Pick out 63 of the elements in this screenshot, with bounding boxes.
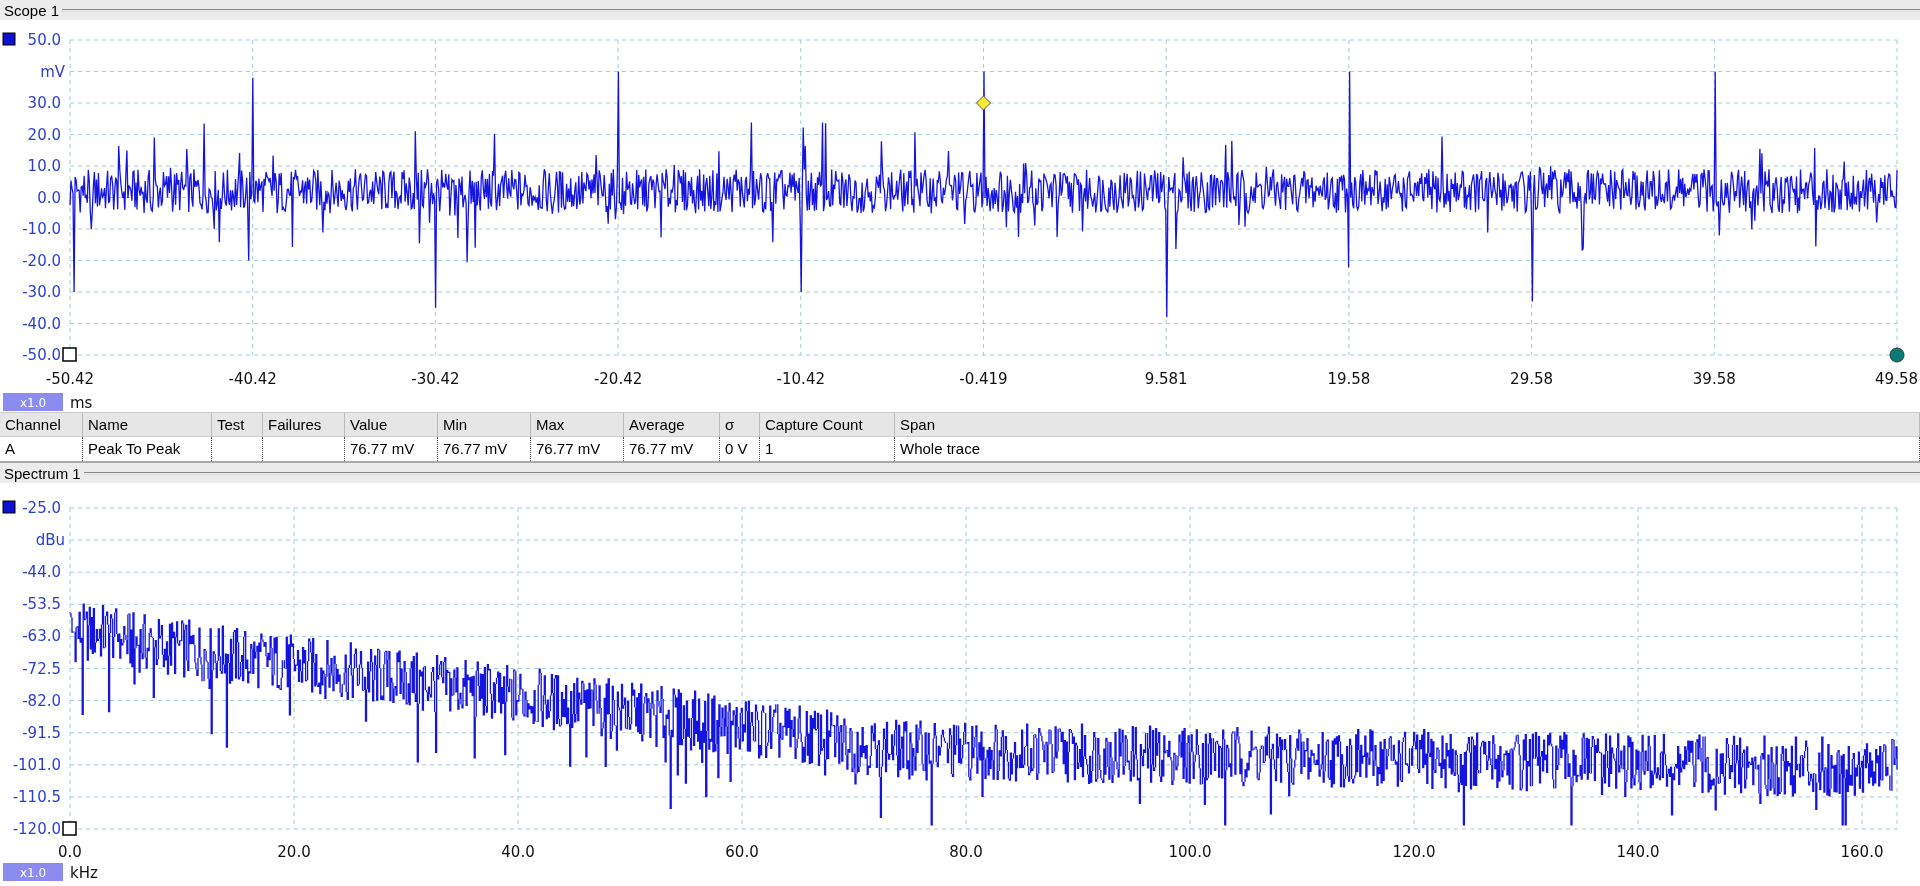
y-axis-label: -40.0 [22, 314, 61, 333]
channel-square-icon[interactable] [2, 32, 16, 46]
x-axis-label: -50.42 [45, 370, 95, 388]
y-axis-label: -53.5 [22, 595, 61, 614]
x-axis-unit: ms [70, 394, 93, 412]
x-axis-label: -40.42 [228, 370, 277, 388]
y-axis-label: -44.0 [22, 563, 61, 582]
y-axis-unit: mV [40, 62, 65, 81]
x-axis-unit: kHz [70, 864, 98, 881]
panel-title: Scope 1 [3, 1, 61, 19]
y-axis-label: -120.0 [12, 820, 61, 838]
y-axis-label: -63.0 [22, 627, 61, 646]
y-axis-label: -10.0 [22, 220, 61, 238]
y-axis-label: 20.0 [27, 125, 61, 144]
x-axis-label: 120.0 [1392, 843, 1436, 861]
y-axis-label: -50.0 [22, 346, 61, 364]
column-header[interactable]: Name [83, 413, 212, 437]
column-header[interactable]: Failures [263, 413, 345, 437]
x-axis-label: 60.0 [725, 843, 759, 861]
x-axis-label: 29.58 [1510, 370, 1554, 388]
y-axis-label: -91.5 [22, 723, 61, 742]
channel-square-icon[interactable] [2, 500, 16, 514]
x-axis-label: 80.0 [949, 843, 983, 861]
y-axis-label: -72.5 [22, 659, 61, 678]
x-axis-label: 49.58 [1875, 370, 1918, 388]
column-header[interactable]: Span [895, 413, 1920, 437]
x-axis-label: 40.0 [501, 843, 535, 861]
y-axis-label: 30.0 [27, 94, 61, 112]
column-header[interactable]: Channel [0, 413, 83, 437]
y-axis-label: 10.0 [27, 157, 61, 175]
column-header[interactable]: Value [345, 413, 438, 437]
panel-title: Spectrum 1 [3, 464, 82, 482]
x-axis-label: 20.0 [277, 843, 311, 861]
x-axis-label: -10.42 [776, 370, 825, 388]
column-header[interactable]: Max [531, 413, 624, 437]
column-header[interactable]: Average [624, 413, 720, 437]
y-axis-label: -82.0 [22, 691, 61, 710]
square-marker-icon[interactable] [62, 821, 77, 836]
y-axis-unit: dBu [35, 531, 65, 550]
y-axis-label: 0.0 [37, 188, 61, 207]
x-axis-label: -30.42 [411, 370, 460, 388]
x-axis-label: -0.419 [959, 370, 1008, 388]
x-axis-label: 0.0 [58, 843, 82, 861]
column-header[interactable]: Test [212, 413, 263, 437]
x-axis-label: 39.58 [1692, 370, 1736, 388]
column-header[interactable]: σ [720, 413, 760, 437]
x-axis-label: -20.42 [593, 370, 643, 388]
x-axis-label: 19.58 [1327, 370, 1371, 388]
column-header[interactable]: Min [438, 413, 531, 437]
circle-marker-icon[interactable] [1889, 347, 1905, 363]
square-marker-icon[interactable] [62, 347, 77, 362]
x-axis-label: 100.0 [1168, 843, 1212, 861]
y-axis-label: -20.0 [22, 251, 61, 270]
y-axis-label: -25.0 [22, 499, 61, 517]
y-axis-label: -101.0 [12, 755, 61, 774]
y-axis-label: -110.5 [12, 787, 61, 806]
y-axis-label: -30.0 [22, 283, 61, 301]
x-axis-label: 9.581 [1144, 370, 1188, 388]
x-axis-label: 140.0 [1616, 843, 1660, 861]
y-axis-label: 50.0 [27, 31, 61, 49]
x-axis-label: 160.0 [1840, 843, 1884, 861]
column-header[interactable]: Capture Count [760, 413, 895, 437]
diamond-marker-icon[interactable] [976, 95, 991, 111]
